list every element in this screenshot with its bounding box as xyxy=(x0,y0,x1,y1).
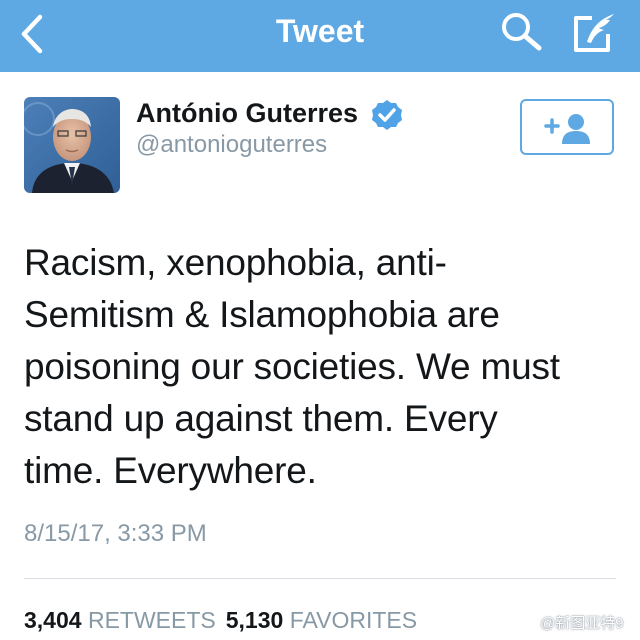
search-icon xyxy=(502,13,542,51)
follow-user-icon xyxy=(544,114,590,144)
compose-icon xyxy=(574,14,614,52)
top-navigation-bar: Tweet xyxy=(0,0,640,72)
retweets-label: RETWEETS xyxy=(87,607,216,633)
favorites-stat[interactable]: 5,130 FAVORITES xyxy=(226,607,417,634)
tweet-stats: 3,404 RETWEETS 5,130 FAVORITES xyxy=(24,607,417,634)
watermark-text: @新图亚特9 xyxy=(540,615,624,632)
follow-button[interactable] xyxy=(520,99,614,155)
search-button[interactable] xyxy=(498,10,548,54)
favorites-label: FAVORITES xyxy=(289,607,418,633)
tweet-text-line: Racism, xenophobia, anti- xyxy=(24,242,447,283)
tweet-text-line: time. Everywhere. xyxy=(24,450,317,491)
tweet-text: Racism, xenophobia, anti- Semitism & Isl… xyxy=(24,237,624,497)
divider xyxy=(24,578,616,579)
compose-button[interactable] xyxy=(572,12,620,54)
retweets-stat[interactable]: 3,404 RETWEETS xyxy=(24,607,216,634)
watermark: @新图亚特9 xyxy=(514,610,636,638)
favorites-count: 5,130 xyxy=(225,607,284,633)
tweet-timestamp: 8/15/17, 3:33 PM xyxy=(24,520,207,547)
retweets-count: 3,404 xyxy=(24,607,82,633)
tweet-text-line: poisoning our societies. We must xyxy=(24,346,560,387)
author-handle[interactable]: @antonioguterres xyxy=(136,131,327,159)
weibo-logo-icon xyxy=(514,615,536,634)
author-photo xyxy=(24,97,120,193)
tweet-text-line: stand up against them. Every xyxy=(24,398,498,439)
tweet-text-line: Semitism & Islamophobia are xyxy=(24,294,500,335)
author-name[interactable]: António Guterres xyxy=(136,98,358,129)
author-avatar[interactable] xyxy=(24,97,120,193)
verified-badge-icon xyxy=(372,100,402,130)
